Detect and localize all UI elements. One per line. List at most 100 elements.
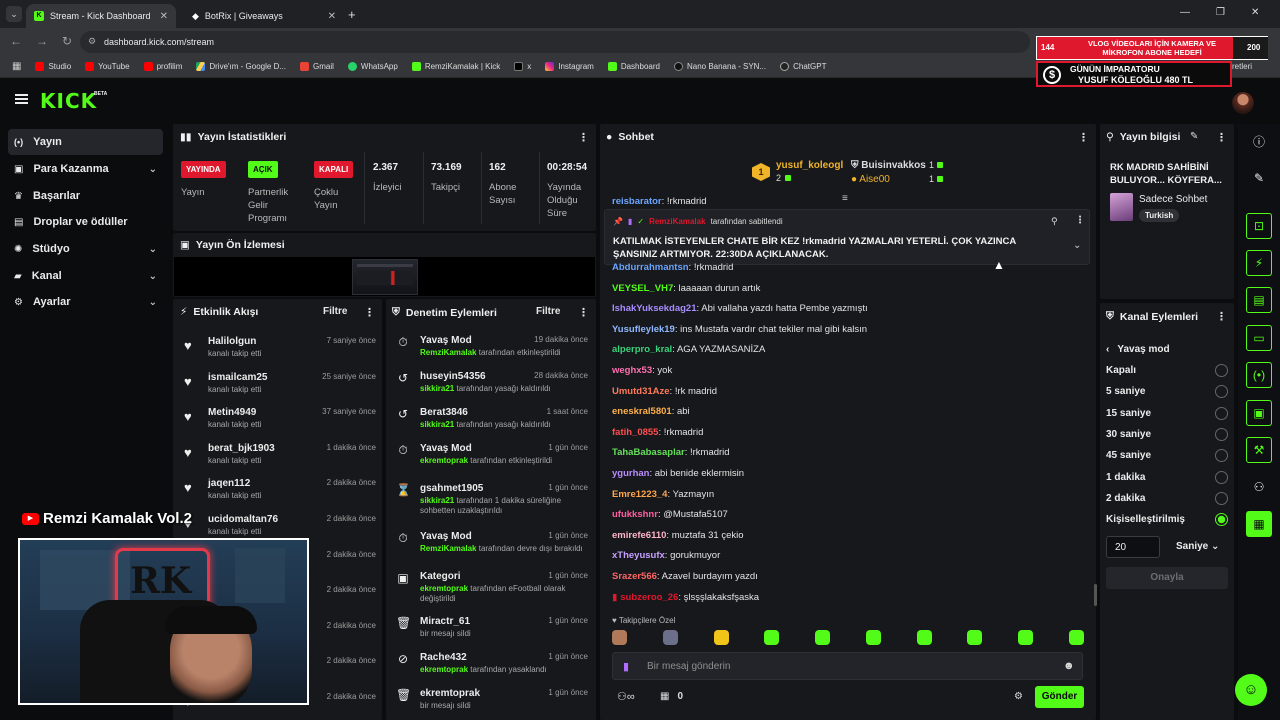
- chat-username[interactable]: eneskral5801: [612, 406, 672, 417]
- emote-icon[interactable]: [662, 630, 678, 645]
- chevron-down-icon[interactable]: ⌄: [1073, 240, 1081, 251]
- avatar[interactable]: [1232, 92, 1254, 114]
- moderation-item[interactable]: ↺ Berat3846 1 saat önce sikkira21 tarafında…: [396, 407, 588, 443]
- forward-icon[interactable]: →: [36, 34, 48, 48]
- radio-button[interactable]: [1215, 428, 1228, 442]
- language-tag[interactable]: Turkish: [1139, 209, 1180, 222]
- radio-button[interactable]: [1215, 406, 1228, 420]
- activity-item[interactable]: ♥ Metin4949 kanalı takip etti 37 saniye önc…: [184, 407, 376, 443]
- activity-username[interactable]: Metin4949: [208, 407, 312, 418]
- slow-mode-option[interactable]: 45 saniye: [1106, 445, 1228, 466]
- users-icon[interactable]: ⚇: [1246, 474, 1272, 500]
- chat-username[interactable]: Umutd31Aze: [612, 386, 670, 397]
- chat-username[interactable]: fatih_0855: [612, 427, 658, 438]
- bookmark-chatgpt[interactable]: ChatGPT: [780, 62, 826, 71]
- confirm-button[interactable]: Onayla: [1106, 567, 1228, 589]
- chat-icon[interactable]: ▭: [1246, 325, 1272, 351]
- activity-username[interactable]: ucidomaltan76: [208, 514, 317, 525]
- close-window-icon[interactable]: ✕: [1251, 7, 1259, 18]
- moderation-item[interactable]: ⊘ Rache432 1 gün önce ekremtoprak tarafında…: [396, 652, 588, 688]
- sidebar-item-kanal[interactable]: ▰ Kanal ⌄: [8, 263, 163, 289]
- moderation-actor[interactable]: ekremtoprak: [420, 665, 468, 674]
- bookmark-profilim[interactable]: profilim: [143, 62, 182, 71]
- sidebar-item-droplar[interactable]: ▤ Droplar ve ödüller: [8, 209, 163, 235]
- bookmark-instagram[interactable]: Instagram: [545, 62, 594, 71]
- preview-thumbnail[interactable]: [352, 259, 418, 295]
- close-icon[interactable]: ✕: [328, 11, 336, 22]
- activity-username[interactable]: ismailcam25: [208, 372, 312, 383]
- mod-tools-icon[interactable]: ▦: [1246, 511, 1272, 537]
- wrench-icon[interactable]: ⚒: [1246, 437, 1272, 463]
- reload-icon[interactable]: ↻: [62, 34, 72, 48]
- slow-mode-option[interactable]: 30 saniye: [1106, 424, 1228, 445]
- bookmark-dashboard[interactable]: Dashboard: [607, 62, 660, 71]
- chat-username[interactable]: IshakYuksekdag21: [612, 303, 697, 314]
- moderation-actor[interactable]: RemziKamalak: [420, 348, 476, 357]
- category-thumbnail[interactable]: [1110, 193, 1133, 221]
- tab-botrix[interactable]: ◆ BotRix | Giveaways ✕: [184, 4, 344, 28]
- chat-username[interactable]: Srazer566: [612, 571, 657, 582]
- slow-mode-option[interactable]: Kapalı: [1106, 360, 1228, 381]
- emote-icon[interactable]: [1018, 630, 1034, 645]
- moderation-item[interactable]: 🗑 Miractr_61 1 gün önce bir mesajı sildi: [396, 616, 588, 652]
- bookmark-gmail[interactable]: Gmail: [300, 62, 334, 71]
- lightning-icon[interactable]: ⚡: [1246, 250, 1272, 276]
- bookmark-youtube[interactable]: YouTube: [85, 62, 130, 71]
- emote-icon[interactable]: [815, 630, 831, 645]
- slow-mode-option[interactable]: Kişiselleştirilmiş: [1106, 509, 1228, 530]
- send-button[interactable]: Gönder: [1035, 686, 1084, 708]
- moderation-menu-icon[interactable]: ⋮: [578, 306, 589, 319]
- chat-username[interactable]: alperpro_kral: [612, 344, 672, 355]
- activity-username[interactable]: jaqen112: [208, 478, 317, 489]
- sidebar-item-para-kazanma[interactable]: ▣ Para Kazanma ⌄: [8, 156, 163, 182]
- bookmark-drive[interactable]: Drive'ım - Google D...: [196, 62, 286, 71]
- bookmark-whatsapp[interactable]: WhatsApp: [347, 62, 398, 71]
- stats-menu-icon[interactable]: ⋮: [578, 131, 589, 144]
- slow-mode-option[interactable]: 5 saniye: [1106, 381, 1228, 402]
- moderation-actor[interactable]: RemziKamalak: [420, 544, 476, 553]
- leader-name[interactable]: yusuf_koleogl: [776, 160, 843, 171]
- emoji-icon[interactable]: ☻: [1063, 660, 1075, 672]
- apps-grid-icon[interactable]: ▦: [12, 61, 21, 72]
- emote-icon[interactable]: [764, 630, 780, 645]
- slow-mode-back[interactable]: ‹ Yavaş mod: [1106, 344, 1170, 355]
- bookmark-x[interactable]: x: [514, 62, 531, 71]
- leader-3[interactable]: ● Aise00: [851, 174, 890, 185]
- custom-seconds-input[interactable]: 20: [1106, 536, 1160, 558]
- activity-item[interactable]: ♥ jaqen112 kanalı takip etti 2 dakika önce: [184, 478, 376, 514]
- moderation-actor[interactable]: sikkira21: [420, 420, 454, 429]
- radio-button[interactable]: [1215, 364, 1228, 378]
- radio-button[interactable]: [1215, 513, 1228, 527]
- moderation-item[interactable]: 🗑 ekremtoprak 1 gün önce bir mesajı sildi: [396, 688, 588, 720]
- tab-kick-dashboard[interactable]: K Stream - Kick Dashboard ✕: [26, 4, 176, 28]
- sidebar-item-ayarlar[interactable]: ⚙ Ayarlar ⌄: [8, 289, 163, 315]
- chat-username[interactable]: Emre1223_4: [612, 489, 667, 500]
- chat-username[interactable]: Abdurrahmantsn: [612, 262, 689, 273]
- moderation-item[interactable]: ⏱ Yavaş Mod 1 gün önce ekremtoprak tarafınd…: [396, 443, 588, 483]
- chat-username[interactable]: xTheyusufx: [612, 550, 665, 561]
- chat-menu-icon[interactable]: ⋮: [1078, 131, 1089, 144]
- activity-item[interactable]: ♥ ismailcam25 kanalı takip etti 25 saniye ö…: [184, 372, 376, 408]
- radio-button[interactable]: [1215, 449, 1228, 463]
- stream-info-menu-icon[interactable]: ⋮: [1216, 131, 1227, 144]
- chat-username[interactable]: ygurhan: [612, 468, 649, 479]
- chat-username[interactable]: TahaBabasaplar: [612, 447, 685, 458]
- bookmark-studio[interactable]: Studio: [35, 62, 71, 71]
- moderation-actor[interactable]: ekremtoprak: [420, 456, 468, 465]
- emote-icon[interactable]: [865, 630, 881, 645]
- hamburger-menu-icon[interactable]: [15, 94, 28, 104]
- slow-mode-option[interactable]: 1 dakika: [1106, 466, 1228, 487]
- info-icon[interactable]: ⓘ: [1246, 128, 1272, 154]
- save-icon[interactable]: ▣: [1246, 400, 1272, 426]
- emote-icon[interactable]: [1068, 630, 1084, 645]
- minimize-icon[interactable]: —: [1180, 7, 1190, 18]
- chat-scrollbar[interactable]: [1094, 584, 1097, 606]
- moderation-actor[interactable]: sikkira21: [420, 496, 454, 505]
- moderation-item[interactable]: ⌛ gsahmet1905 1 gün önce sikkira21 tarafınd…: [396, 483, 588, 531]
- channel-actions-menu-icon[interactable]: ⋮: [1216, 310, 1227, 323]
- pinned-menu-icon[interactable]: ⋮: [1075, 215, 1085, 226]
- maximize-icon[interactable]: ❐: [1216, 7, 1225, 18]
- emote-icon[interactable]: [713, 630, 729, 645]
- broadcast-icon[interactable]: (•): [1246, 362, 1272, 388]
- moderation-filter-button[interactable]: Filtre: [536, 306, 560, 317]
